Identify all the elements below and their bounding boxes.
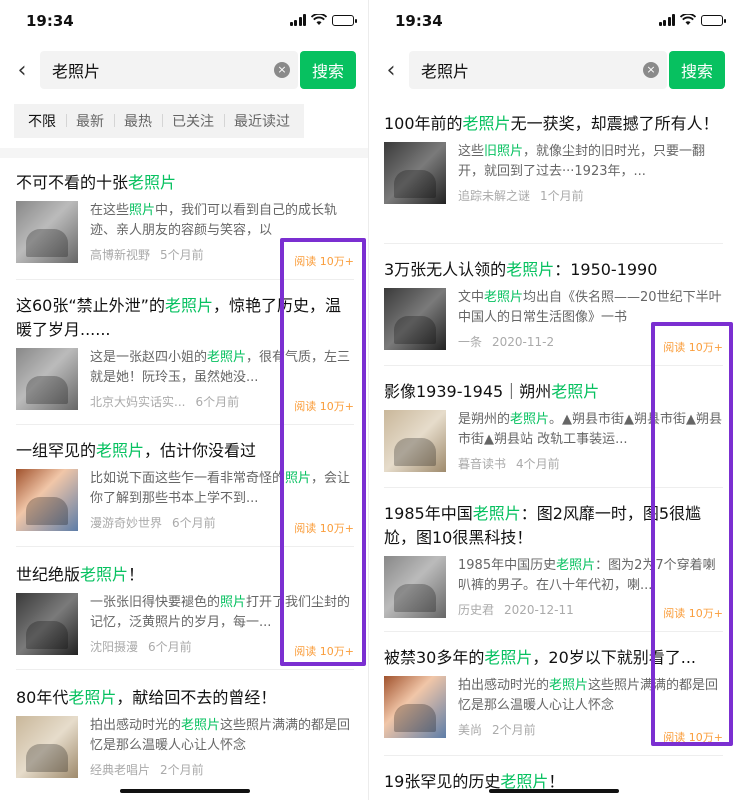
status-bar: 19:34 [369,0,737,42]
left-phone-screen: 19:34 ‹ 老照片 × 搜索 不限 最新 最热 已关注 最近读过 不可不看的… [0,0,368,800]
article-thumbnail [16,201,78,263]
article-title: 不可不看的十张老照片 [16,173,177,192]
article-time: 6个月前 [148,640,192,654]
battery-icon [701,14,726,26]
article-thumbnail [16,716,78,778]
article-info: 拍出感动时光的老照片这些照片满满的都是回忆是那么温暖人心让人怀念 经典老唱片 2个… [90,716,354,778]
article-item[interactable]: 80年代老照片，献给回不去的曾经！ 拍出感动时光的老照片这些照片满满的都是回忆是… [16,670,354,790]
article-source: 暮音读书 [458,457,507,471]
search-button[interactable]: 搜索 [669,51,725,89]
article-source: 经典老唱片 [90,763,151,777]
home-indicator[interactable] [120,789,250,793]
article-time: 2个月前 [492,723,536,737]
article-source: 沈阳摄漫 [90,640,139,654]
article-source: 漫游奇妙世界 [90,516,163,530]
battery-icon [332,14,357,26]
signal-icon [289,14,306,26]
article-title: 80年代老照片，献给回不去的曾经！ [16,688,277,707]
article-source: 一条 [458,335,483,349]
article-title: 100年前的老照片无一获奖，却震撼了所有人！ [384,114,719,133]
highlight-box [280,238,366,666]
article-meta: 追踪未解之谜 1个月前 [458,187,723,204]
article-title: 3万张无人认领的老照片：1950-1990 [384,260,658,279]
article-source: 追踪未解之谜 [458,189,531,203]
article-time: 4个月前 [516,457,560,471]
section-separator [0,148,368,158]
article-body: 拍出感动时光的老照片这些照片满满的都是回忆是那么温暖人心让人怀念 经典老唱片 2个… [16,716,354,778]
search-bar: ‹ 老照片 × 搜索 [369,42,737,98]
status-time: 19:34 [395,12,443,30]
status-icons [289,14,357,26]
highlight-box [651,322,733,746]
article-thumbnail [384,288,446,350]
search-query[interactable]: 老照片 [52,58,274,82]
filter-hottest[interactable]: 最热 [114,111,162,131]
article-time: 6个月前 [172,516,216,530]
signal-icon [658,14,675,26]
article-thumbnail [384,676,446,738]
article-thumbnail [16,593,78,655]
filter-latest[interactable]: 最新 [66,111,114,131]
wifi-icon [311,14,327,25]
filter-row: 不限 最新 最热 已关注 最近读过 [0,100,368,142]
article-item[interactable]: 100年前的老照片无一获奖，却震撼了所有人！ 这些旧照片，就像尘封的旧时光，只要… [384,106,723,244]
article-thumbnail [16,348,78,410]
clear-icon[interactable]: × [643,62,659,78]
article-source: 高博新视野 [90,248,151,262]
article-time: 2个月前 [160,763,204,777]
status-time: 19:34 [26,12,74,30]
article-snippet: 拍出感动时光的老照片这些照片满满的都是回忆是那么温暖人心让人怀念 [90,718,351,753]
article-time: 5个月前 [160,248,204,262]
search-button[interactable]: 搜索 [300,51,356,89]
search-input[interactable]: 老照片 × [40,51,298,89]
right-phone-screen: 19:34 ‹ 老照片 × 搜索 100年前的老照片无一获奖，却震撼了所有人！ … [369,0,737,800]
article-meta: 经典老唱片 2个月前 [90,761,354,778]
search-bar: ‹ 老照片 × 搜索 [0,42,368,98]
back-arrow-icon[interactable]: ‹ [377,52,405,88]
status-icons [658,14,726,26]
article-thumbnail [384,556,446,618]
article-time: 2020-11-2 [492,335,555,349]
home-indicator[interactable] [489,789,619,793]
filter-recently-read[interactable]: 最近读过 [224,111,300,131]
filter-tabs: 不限 最新 最热 已关注 最近读过 [14,104,304,138]
search-input[interactable]: 老照片 × [409,51,667,89]
article-source: 历史君 [458,603,495,617]
article-snippet: 在这些照片中，我们可以看到自己的成长轨迹、亲人朋友的容颜与笑容，以 [90,203,338,238]
back-arrow-icon[interactable]: ‹ [8,52,36,88]
status-bar: 19:34 [0,0,368,42]
filter-followed[interactable]: 已关注 [162,111,224,131]
article-time: 1个月前 [540,189,584,203]
article-snippet: 这些旧照片，就像尘封的旧时光，只要一翻开，就回到了过去···1923年，... [458,144,706,179]
article-source: 美尚 [458,723,483,737]
filter-all[interactable]: 不限 [18,111,66,131]
article-source: 北京大妈实话实... [90,395,186,409]
article-thumbnail [384,410,446,472]
article-info: 这些旧照片，就像尘封的旧时光，只要一翻开，就回到了过去···1923年，... … [458,142,723,204]
clear-icon[interactable]: × [274,62,290,78]
article-time: 6个月前 [195,395,240,409]
article-thumbnail [384,142,446,204]
wifi-icon [680,14,696,25]
search-query[interactable]: 老照片 [421,58,643,82]
article-body: 这些旧照片，就像尘封的旧时光，只要一翻开，就回到了过去···1923年，... … [384,142,723,204]
article-thumbnail [16,469,78,531]
article-time: 2020-12-11 [504,603,574,617]
